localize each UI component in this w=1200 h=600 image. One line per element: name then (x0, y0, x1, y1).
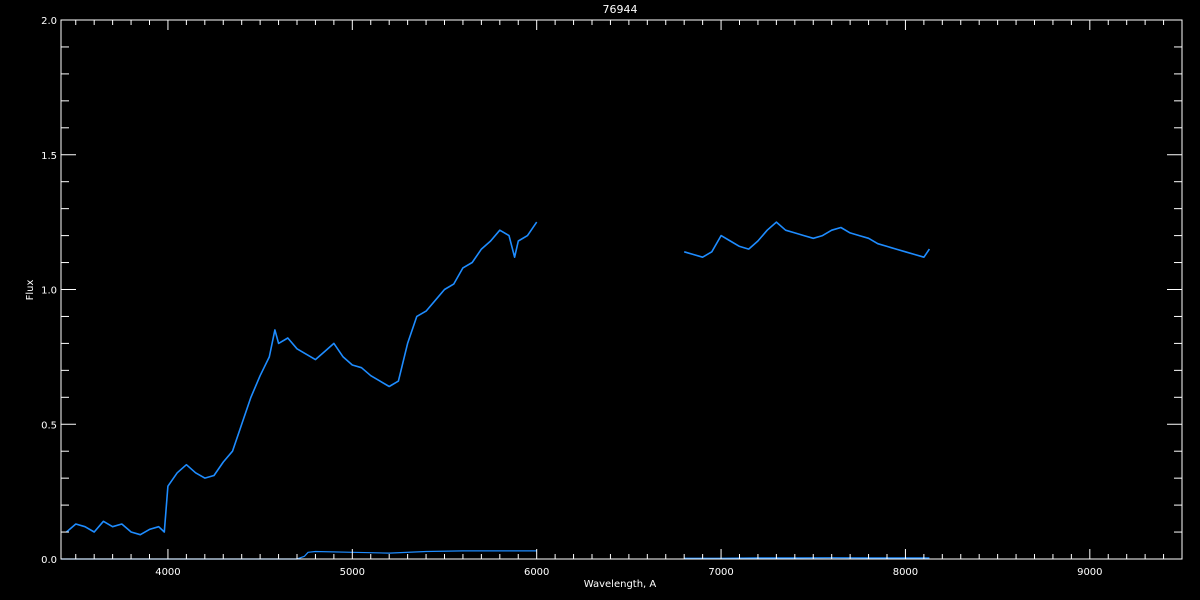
x-tick-label: 4000 (155, 567, 180, 578)
spectrum-chart: 4000 5000 6000 7000 8000 9000 0.0 0.5 1.0 1.5 2.0 … (0, 0, 1200, 600)
y-tick-label: 2.0 (41, 16, 57, 27)
x-tick-label: 6000 (524, 567, 549, 578)
x-tick-label: 5000 (340, 567, 365, 578)
y-tick-label: 1.0 (41, 286, 57, 297)
y-tick-label: 0.5 (41, 420, 57, 431)
x-tick-label: 9000 (1077, 567, 1102, 578)
y-tick-label: 1.5 (41, 151, 57, 162)
x-tick-label: 7000 (708, 567, 733, 578)
x-axis-title: Wavelength, A (584, 579, 657, 590)
y-tick-label: 0.0 (41, 555, 57, 566)
x-tick-label: 8000 (893, 567, 918, 578)
chart-background (0, 0, 1200, 600)
chart-canvas: 4000 5000 6000 7000 8000 90000.00.51.01.52.0 … (0, 0, 1200, 600)
chart-title: 76944 (603, 3, 638, 16)
y-axis-title: Flux (25, 280, 36, 301)
